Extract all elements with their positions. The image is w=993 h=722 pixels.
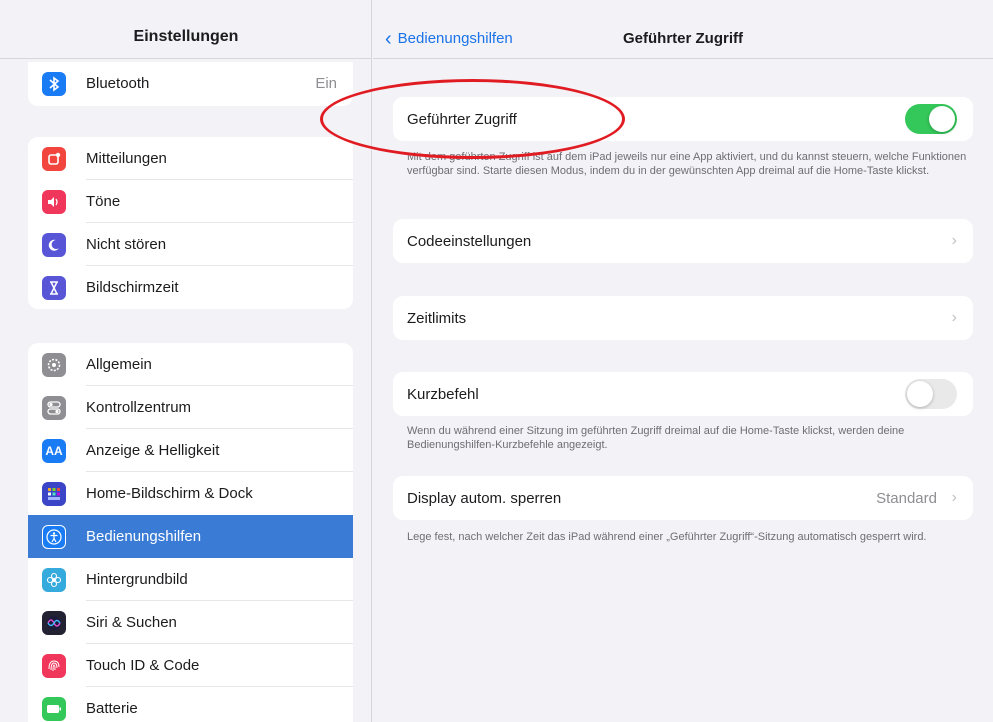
back-button-label: Bedienungshilfen <box>397 30 513 47</box>
sidebar-item-label: Home-Bildschirm & Dock <box>86 485 253 502</box>
auto-lock-row[interactable]: Display autom. sperren Standard › <box>393 476 973 520</box>
siri-icon <box>42 610 66 635</box>
chevron-left-icon: ‹ <box>385 27 392 50</box>
notifications-icon <box>42 146 66 171</box>
chevron-right-icon: › <box>951 489 957 506</box>
sidebar-item-label: Allgemein <box>86 356 152 373</box>
chevron-right-icon: › <box>951 232 957 249</box>
sidebar-item-display-brightness[interactable]: AA Anzeige & Helligkeit <box>28 429 353 472</box>
time-limits-label: Zeitlimits <box>407 309 467 327</box>
sidebar-item-do-not-disturb[interactable]: Nicht stören <box>28 223 353 266</box>
sidebar-item-battery[interactable]: Batterie <box>28 687 353 722</box>
sidebar-item-touch-id[interactable]: Touch ID & Code <box>28 644 353 687</box>
sidebar-item-general[interactable]: Allgemein <box>28 343 353 386</box>
time-limits-row[interactable]: Zeitlimits › <box>393 296 973 340</box>
fingerprint-icon <box>42 653 66 678</box>
sidebar-item-label: Kontrollzentrum <box>86 399 192 416</box>
sidebar-item-label: Nicht stören <box>86 236 167 253</box>
guided-access-toggle[interactable] <box>905 104 957 134</box>
moon-icon <box>42 232 66 257</box>
sidebar-item-control-center[interactable]: Kontrollzentrum <box>28 386 353 429</box>
chevron-right-icon: › <box>951 309 957 326</box>
sidebar-item-label: Anzeige & Helligkeit <box>86 442 220 459</box>
gear-icon <box>42 352 66 377</box>
sidebar-item-home-screen-dock[interactable]: Home-Bildschirm & Dock <box>28 472 353 515</box>
sidebar-item-siri-search[interactable]: Siri & Suchen <box>28 601 353 644</box>
sidebar-item-label: Töne <box>86 193 121 210</box>
auto-lock-label: Display autom. sperren <box>407 489 562 507</box>
bluetooth-status: Ein <box>315 75 337 92</box>
sidebar-item-label: Bedienungshilfen <box>86 528 202 545</box>
passcode-settings-label: Codeeinstellungen <box>407 232 532 250</box>
hourglass-icon <box>42 275 66 300</box>
sidebar-item-screen-time[interactable]: Bildschirmzeit <box>28 266 353 309</box>
detail-pane: ‹ Bedienungshilfen Geführter Zugriff Gef… <box>373 0 993 722</box>
sidebar-item-label: Siri & Suchen <box>86 614 177 631</box>
guided-access-label: Geführter Zugriff <box>407 110 517 128</box>
auto-lock-description: Lege fest, nach welcher Zeit das iPad wä… <box>407 531 927 543</box>
shortcut-toggle[interactable] <box>905 379 957 409</box>
sidebar-item-notifications[interactable]: Mitteilungen <box>28 137 353 180</box>
page-title: Geführter Zugriff <box>623 30 743 47</box>
sidebar-item-label: Mitteilungen <box>86 150 167 167</box>
sidebar-item-label: Bluetooth <box>86 75 150 92</box>
passcode-settings-row[interactable]: Codeeinstellungen › <box>393 219 973 263</box>
sidebar-group-notifications: Mitteilungen Töne Nicht stören Bildschir… <box>28 137 353 309</box>
back-button[interactable]: ‹ Bedienungshilfen <box>385 27 513 50</box>
guided-access-row: Geführter Zugriff <box>393 97 973 141</box>
shortcut-label: Kurzbefehl <box>407 385 479 403</box>
toggle-knob <box>929 106 955 132</box>
toggle-knob <box>907 381 933 407</box>
bluetooth-icon <box>42 71 66 96</box>
sidebar-group-connectivity: Bluetooth Ein <box>28 62 353 106</box>
grid-icon <box>42 481 66 506</box>
speaker-icon <box>42 189 66 214</box>
sidebar-item-sounds[interactable]: Töne <box>28 180 353 223</box>
battery-icon <box>42 696 66 721</box>
flower-icon <box>42 567 66 592</box>
sidebar-divider <box>0 58 371 59</box>
guided-access-description: Mit dem geführten Zugriff ist auf dem iP… <box>407 151 967 177</box>
sidebar-item-accessibility[interactable]: Bedienungshilfen <box>28 515 353 558</box>
sidebar-title: Einstellungen <box>133 28 239 45</box>
sidebar-item-wallpaper[interactable]: Hintergrundbild <box>28 558 353 601</box>
shortcut-description: Wenn du während einer Sitzung im geführt… <box>407 425 905 451</box>
settings-sidebar: Einstellungen Bluetooth Ein Mitteilungen… <box>0 0 372 722</box>
sidebar-item-label: Batterie <box>86 700 138 717</box>
sidebar-group-general: Allgemein Kontrollzentrum AA Anzeige & H… <box>28 343 353 722</box>
auto-lock-value: Standard <box>876 489 937 507</box>
accessibility-icon <box>42 524 66 549</box>
toggles-icon <box>42 395 66 420</box>
sidebar-item-label: Touch ID & Code <box>86 657 200 674</box>
text-size-icon: AA <box>42 438 66 463</box>
sidebar-item-bluetooth[interactable]: Bluetooth Ein <box>28 62 353 105</box>
sidebar-item-label: Hintergrundbild <box>86 571 188 588</box>
nav-divider <box>373 58 993 59</box>
sidebar-item-label: Bildschirmzeit <box>86 279 179 296</box>
navigation-bar: ‹ Bedienungshilfen Geführter Zugriff <box>373 0 993 58</box>
shortcut-row: Kurzbefehl <box>393 372 973 416</box>
